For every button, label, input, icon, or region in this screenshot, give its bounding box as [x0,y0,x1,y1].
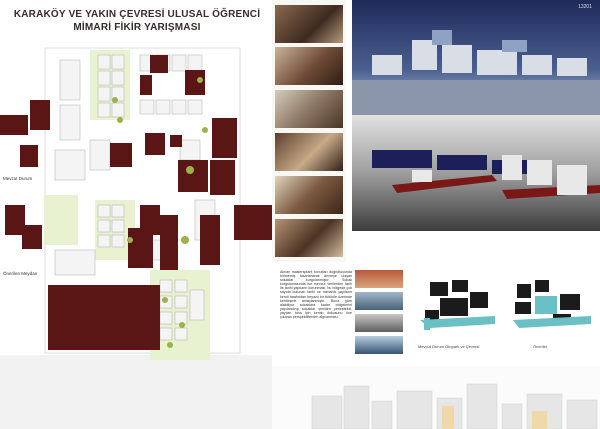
model-photo-4 [275,133,343,171]
diagram-existing-caption: Mevcut Durum Otopark ve Çevresi [418,344,480,349]
diagram-proposal-caption: Öneriler [533,344,548,349]
skyline-drawing [311,383,598,429]
model-photo-1 [275,5,343,43]
proposal-diagram-drawing [513,280,591,328]
proposal-diagram: Öneriler [505,272,595,352]
context-photo-4 [355,336,403,354]
proposed-square-label: Önerilen Meydan [3,271,38,276]
aerial-render-top: 13201 [352,0,600,115]
context-photo-2 [355,292,403,310]
aerial-render-bottom [352,115,600,231]
render-top-image [352,0,600,115]
context-photo-1 [355,270,403,288]
existing-condition-label: Mevzut Durum [3,176,33,181]
existing-parking-diagram: Mevcut Durum Otopark ve Çevresi [410,272,500,352]
project-description: Alman mastersplant konutları doğrultusun… [280,270,352,320]
site-plan-drawing [0,47,272,429]
skyline-elevation [272,366,600,429]
model-photo-6 [275,219,343,257]
render-bottom-image [352,115,600,231]
context-photos [355,270,403,360]
model-photos-column [272,0,346,262]
model-photo-2 [275,47,343,85]
context-photo-3 [355,314,403,332]
page-number: 13201 [578,4,592,10]
model-photo-5 [275,176,343,214]
site-plan-panel: KARAKÖY VE YAKIN ÇEVRESİ ULUSAL ÖĞRENCİ … [0,0,272,429]
model-photo-3 [275,90,343,128]
existing-diagram-drawing [420,280,495,330]
